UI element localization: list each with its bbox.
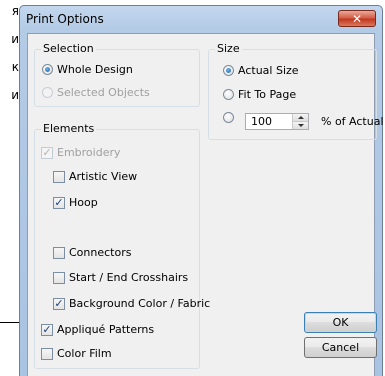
- actual-size-label[interactable]: Actual Size: [238, 64, 299, 77]
- arrow-up-icon: [297, 116, 304, 119]
- actual-size-radio-icon[interactable]: [223, 65, 234, 76]
- cancel-button[interactable]: Cancel: [304, 337, 377, 358]
- radio-selected-objects: Selected Objects: [42, 86, 150, 99]
- checkbox-embroidery: ✓ Embroidery: [41, 146, 121, 159]
- color-film-label[interactable]: Color Film: [57, 347, 112, 360]
- checkbox-crosshairs[interactable]: Start / End Crosshairs: [53, 271, 188, 284]
- print-options-dialog: Print Options ✕ Selection Whole Design S…: [19, 5, 384, 376]
- screenshot-stage: я и к и Print Options ✕ Selection Whole …: [0, 0, 385, 376]
- selection-group-label: Selection: [41, 42, 96, 55]
- spinner-up-button[interactable]: [293, 114, 308, 122]
- checkbox-artistic-view[interactable]: Artistic View: [53, 170, 137, 183]
- background-text-fragment: и: [11, 32, 19, 46]
- connectors-checkbox-icon[interactable]: [53, 246, 65, 259]
- checkbox-connectors[interactable]: Connectors: [53, 246, 131, 259]
- checkbox-hoop[interactable]: ✓ Hoop: [53, 196, 98, 209]
- arrow-down-icon: [297, 124, 304, 127]
- dialog-title: Print Options: [26, 12, 104, 26]
- radio-whole-design[interactable]: Whole Design: [42, 63, 133, 76]
- applique-label[interactable]: Appliqué Patterns: [57, 323, 154, 336]
- color-film-checkbox-icon[interactable]: [41, 347, 53, 360]
- dialog-client-area: Selection Whole Design Selected Objects …: [27, 33, 384, 376]
- fit-to-page-radio-icon[interactable]: [223, 89, 234, 100]
- crosshairs-label[interactable]: Start / End Crosshairs: [69, 271, 188, 284]
- size-group-label: Size: [215, 42, 242, 55]
- crosshairs-checkbox-icon[interactable]: [53, 271, 65, 284]
- connectors-label[interactable]: Connectors: [69, 246, 131, 259]
- fit-to-page-label[interactable]: Fit To Page: [238, 88, 296, 101]
- artistic-view-checkbox-icon[interactable]: [53, 170, 65, 183]
- radio-percent[interactable]: [223, 112, 234, 123]
- background-checkbox-icon[interactable]: ✓: [53, 297, 65, 310]
- background-text-fragment: и: [11, 88, 19, 102]
- applique-checkbox-icon[interactable]: ✓: [41, 323, 53, 336]
- hoop-label[interactable]: Hoop: [69, 196, 98, 209]
- selected-objects-label: Selected Objects: [57, 86, 150, 99]
- percent-spinner[interactable]: [245, 113, 309, 130]
- checkbox-applique[interactable]: ✓ Appliqué Patterns: [41, 323, 154, 336]
- checkbox-background[interactable]: ✓ Background Color / Fabric: [53, 297, 210, 310]
- percent-suffix-label: % of Actual: [321, 115, 384, 128]
- whole-design-label[interactable]: Whole Design: [57, 63, 133, 76]
- embroidery-label: Embroidery: [57, 146, 121, 159]
- ok-button[interactable]: OK: [304, 312, 377, 333]
- selected-objects-radio-icon: [42, 87, 53, 98]
- background-text-fragment: к: [11, 60, 19, 74]
- title-bar[interactable]: Print Options ✕: [20, 6, 382, 30]
- close-icon: ✕: [351, 11, 363, 26]
- radio-fit-to-page[interactable]: Fit To Page: [223, 88, 296, 101]
- percent-radio-icon[interactable]: [223, 112, 234, 123]
- spinner-buttons[interactable]: [292, 114, 308, 129]
- hoop-checkbox-icon[interactable]: ✓: [53, 196, 65, 209]
- spinner-down-button[interactable]: [293, 122, 308, 129]
- background-label[interactable]: Background Color / Fabric: [69, 297, 210, 310]
- checkbox-color-film[interactable]: Color Film: [41, 347, 112, 360]
- artistic-view-label[interactable]: Artistic View: [69, 170, 137, 183]
- close-button[interactable]: ✕: [338, 10, 376, 27]
- radio-actual-size[interactable]: Actual Size: [223, 64, 299, 77]
- percent-input[interactable]: [246, 114, 290, 129]
- background-text-fragment: я: [11, 4, 19, 18]
- selection-group: Selection Whole Design Selected Objects: [34, 42, 200, 107]
- whole-design-radio-icon[interactable]: [42, 64, 53, 75]
- embroidery-checkbox-icon: ✓: [41, 146, 53, 159]
- elements-group-label: Elements: [41, 122, 97, 135]
